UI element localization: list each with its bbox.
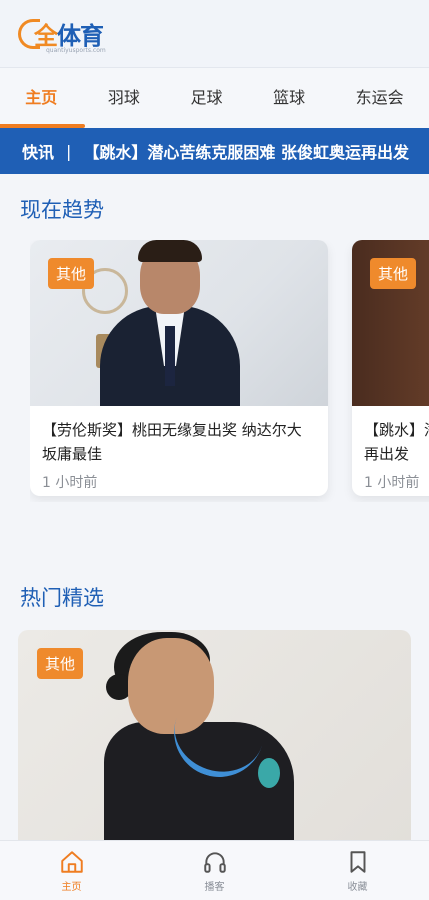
logo-subtitle: quantiyusports.com [46, 47, 106, 54]
category-tabs: 主页 羽球 足球 篮球 东运会 [0, 68, 429, 128]
section-title-trending: 现在趋势 [20, 198, 104, 222]
nav-home-label: 主页 [61, 881, 82, 893]
category-badge: 其他 [37, 648, 84, 679]
trending-carousel[interactable]: 其他 【劳伦斯奖】桃田无缘复出奖 纳达尔大坂庸最佳 1 小时前 其他 【跳水】潜… [30, 240, 429, 502]
ticker-label: 快讯 [22, 143, 55, 162]
section-title-hot: 热门精选 [20, 586, 104, 610]
article-time: 1 小时前 [42, 475, 98, 491]
nav-bookmarks-label: 收藏 [347, 881, 368, 893]
headphones-icon [203, 851, 226, 873]
article-card[interactable]: 其他 【劳伦斯奖】桃田无缘复出奖 纳达尔大坂庸最佳 1 小时前 [30, 240, 328, 496]
logo-text-primary: 全 [34, 22, 58, 50]
ticker-headline[interactable]: 【跳水】潜心苦练克服困难 张俊虹奥运再出发 [83, 139, 409, 163]
featured-article-card[interactable]: 其他 [18, 630, 411, 850]
home-icon [60, 850, 83, 873]
article-image: 其他 [352, 240, 429, 406]
nav-home[interactable]: 主页 [32, 849, 112, 893]
news-ticker[interactable]: 快讯 | 【跳水】潜心苦练克服困难 张俊虹奥运再出发 [0, 128, 429, 174]
nav-bookmarks[interactable]: 收藏 [318, 849, 398, 893]
bottom-navigation: 主页 播客 收藏 [0, 840, 429, 900]
nav-podcast-label: 播客 [204, 881, 225, 893]
tab-football[interactable]: 足球 [184, 68, 228, 128]
article-image: 其他 [30, 240, 328, 406]
category-badge: 其他 [48, 258, 95, 289]
article-title[interactable]: 【劳伦斯奖】桃田无缘复出奖 纳达尔大坂庸最佳 [30, 406, 328, 468]
site-logo[interactable]: 全体育 [18, 16, 104, 51]
app-header: 全体育 quantiyusports.com [0, 0, 429, 68]
tab-badminton[interactable]: 羽球 [102, 68, 146, 128]
article-card[interactable]: 其他 【跳水】潜心苦练克服困难 张俊虹奥运再出发 1 小时前 [352, 240, 429, 496]
article-time: 1 小时前 [364, 475, 420, 491]
article-title[interactable]: 【跳水】潜心苦练克服困难 张俊虹奥运再出发 [352, 406, 429, 468]
logo-text-secondary: 体育 [57, 22, 104, 50]
tab-home[interactable]: 主页 [0, 68, 86, 128]
nav-podcast[interactable]: 播客 [175, 849, 255, 893]
category-badge: 其他 [370, 258, 417, 289]
tab-east-asian-games[interactable]: 东运会 [350, 68, 410, 128]
tab-basketball[interactable]: 篮球 [267, 68, 311, 128]
medal-icon [258, 758, 280, 788]
ticker-separator: | [66, 141, 72, 161]
bookmark-icon [350, 850, 365, 873]
